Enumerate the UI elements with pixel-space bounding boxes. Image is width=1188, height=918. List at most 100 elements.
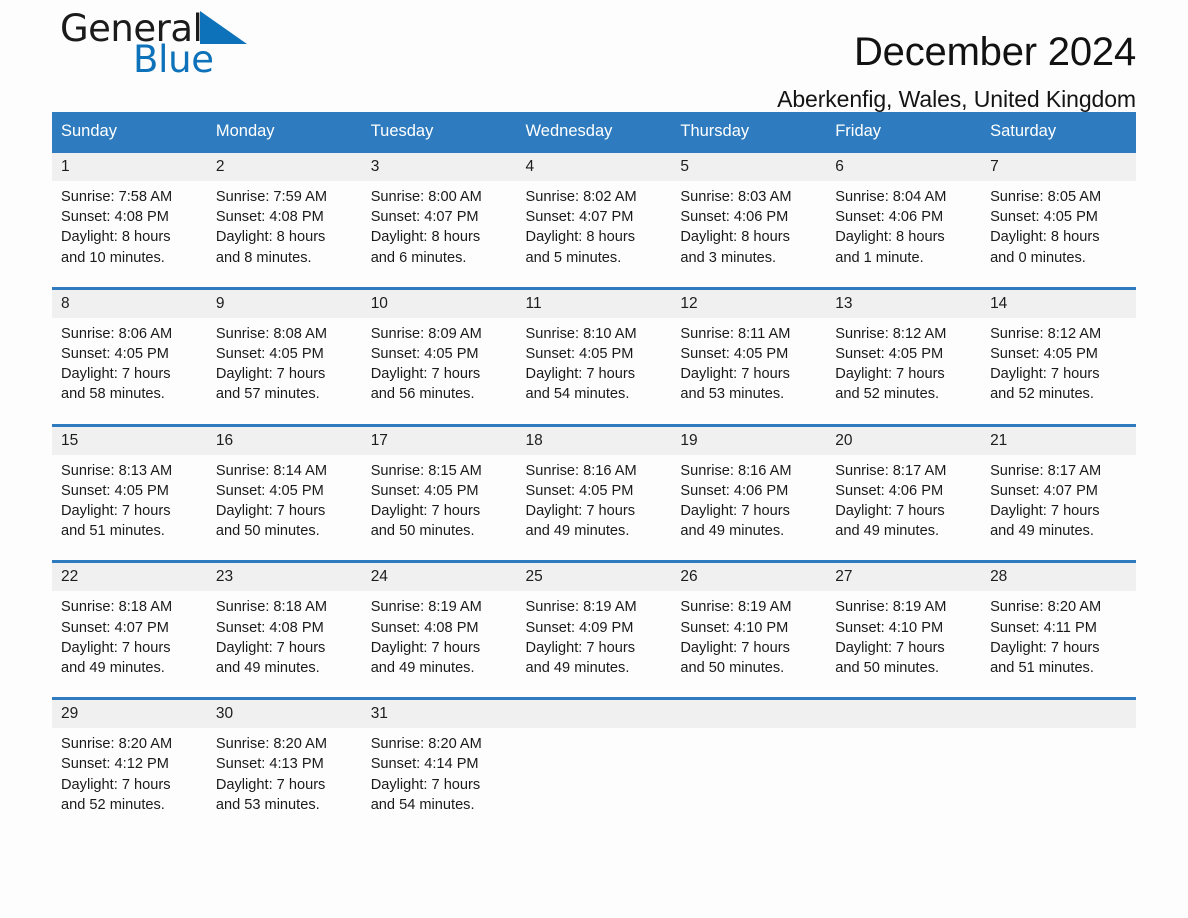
daylight-text: and 52 minutes. [61, 796, 165, 813]
daylight-text: and 49 minutes. [525, 660, 630, 677]
day-details: Sunrise: 8:06 AM Sunset: 4:05 PM Daylight:… [52, 318, 207, 415]
day-number: 1 [52, 153, 207, 181]
title-block: December 2024 Aberkenfig, Wales, United … [777, 0, 1136, 113]
day-number: 13 [826, 289, 982, 318]
day-details: Sunrise: 8:03 AM Sunset: 4:06 PM Daylight:… [671, 181, 826, 278]
day-details: Sunrise: 8:08 AM Sunset: 4:05 PM Daylight:… [207, 318, 362, 415]
sunrise-text: Sunrise: 8:11 AM [680, 325, 791, 342]
day-number: 4 [516, 153, 672, 181]
sunrise-text: Sunrise: 8:08 AM [215, 325, 327, 342]
sunset-text: Sunset: 4:06 PM [680, 209, 789, 226]
generalblue-logo[interactable]: General Blue [60, 10, 248, 81]
day-cell[interactable]: 2 Sunrise: 7:59 AM Sunset: 4:08 PM Daylight… [206, 149, 362, 278]
day-cell[interactable]: 16 Sunrise: 8:14 AM Sunset: 4:05 PM Dayligh… [206, 423, 362, 552]
daylight-text: and 1 minute. [835, 249, 924, 266]
sunrise-text: Sunrise: 8:20 AM [990, 599, 1102, 616]
day-cell[interactable]: 30 Sunrise: 8:20 AM Sunset: 4:13 PM Dayligh… [206, 697, 362, 826]
sunrise-text: Sunrise: 8:09 AM [370, 325, 482, 342]
day-number: 17 [361, 426, 517, 455]
day-cell[interactable]: 28 Sunrise: 8:20 AM Sunset: 4:11 PM Dayligh… [981, 560, 1136, 689]
day-cell[interactable]: 19 Sunrise: 8:16 AM Sunset: 4:06 PM Dayligh… [671, 423, 827, 552]
daylight-text: and 51 minutes. [990, 660, 1094, 677]
week-row: 1 Sunrise: 7:58 AM Sunset: 4:08 PM Daylight… [52, 149, 1136, 278]
sunrise-text: Sunrise: 8:17 AM [990, 462, 1102, 479]
day-number: 22 [52, 563, 207, 592]
sunrise-text: Sunrise: 8:02 AM [525, 189, 637, 205]
daylight-text: Daylight: 7 hours [370, 366, 481, 383]
day-cell[interactable]: 7 Sunrise: 8:05 AM Sunset: 4:05 PM Daylight… [981, 149, 1136, 278]
daylight-text: and 49 minutes. [990, 523, 1094, 540]
day-cell[interactable]: 18 Sunrise: 8:16 AM Sunset: 4:05 PM Dayligh… [516, 423, 672, 552]
day-number [826, 700, 982, 729]
day-cell[interactable]: 15 Sunrise: 8:13 AM Sunset: 4:05 PM Dayligh… [52, 423, 207, 552]
sunset-text: Sunset: 4:05 PM [215, 346, 324, 363]
day-cell[interactable]: 9 Sunrise: 8:08 AM Sunset: 4:05 PM Daylight… [206, 286, 362, 415]
day-cell[interactable]: 12 Sunrise: 8:11 AM Sunset: 4:05 PM Dayligh… [671, 286, 827, 415]
day-number: 7 [981, 153, 1136, 181]
week-gap-cell [52, 551, 1136, 562]
sunrise-text: Sunrise: 8:20 AM [370, 736, 482, 753]
sunset-text: Sunset: 4:05 PM [990, 209, 1098, 226]
day-details: Sunrise: 8:14 AM Sunset: 4:05 PM Daylight:… [207, 455, 362, 552]
sunrise-text: Sunrise: 7:59 AM [215, 189, 327, 205]
sunset-text: Sunset: 4:07 PM [61, 619, 169, 636]
daylight-text: Daylight: 8 hours [215, 229, 326, 246]
day-cell[interactable]: 11 Sunrise: 8:10 AM Sunset: 4:05 PM Dayligh… [516, 286, 672, 415]
week-gap [52, 277, 1136, 289]
day-number: 21 [981, 426, 1136, 455]
daylight-text: Daylight: 7 hours [990, 639, 1100, 656]
daylight-text: and 49 minutes. [215, 660, 320, 677]
day-number: 18 [516, 426, 672, 455]
sunrise-text: Sunrise: 8:13 AM [61, 462, 173, 479]
daylight-text: and 5 minutes. [525, 249, 622, 266]
daylight-text: Daylight: 8 hours [680, 229, 790, 246]
sunrise-text: Sunrise: 8:19 AM [835, 599, 947, 616]
sunrise-text: Sunrise: 8:16 AM [525, 462, 637, 479]
day-details: Sunrise: 8:20 AM Sunset: 4:12 PM Daylight:… [52, 728, 207, 825]
day-details [826, 728, 981, 764]
day-cell[interactable]: 8 Sunrise: 8:06 AM Sunset: 4:05 PM Daylight… [52, 286, 207, 415]
day-cell[interactable]: 29 Sunrise: 8:20 AM Sunset: 4:12 PM Dayligh… [52, 697, 207, 826]
day-cell[interactable]: 27 Sunrise: 8:19 AM Sunset: 4:10 PM Dayligh… [826, 560, 982, 689]
daylight-text: and 53 minutes. [215, 796, 320, 813]
sunset-text: Sunset: 4:05 PM [61, 482, 169, 499]
day-cell[interactable]: 21 Sunrise: 8:17 AM Sunset: 4:07 PM Dayligh… [981, 423, 1136, 552]
day-cell[interactable]: 14 Sunrise: 8:12 AM Sunset: 4:05 PM Dayligh… [981, 286, 1136, 415]
day-cell[interactable]: 25 Sunrise: 8:19 AM Sunset: 4:09 PM Dayligh… [516, 560, 672, 689]
day-cell[interactable]: 24 Sunrise: 8:19 AM Sunset: 4:08 PM Dayligh… [361, 560, 517, 689]
day-cell[interactable]: 5 Sunrise: 8:03 AM Sunset: 4:06 PM Daylight… [671, 149, 827, 278]
day-details: Sunrise: 8:04 AM Sunset: 4:06 PM Daylight:… [826, 181, 981, 278]
day-number: 30 [206, 700, 362, 729]
sunrise-text: Sunrise: 8:16 AM [680, 462, 792, 479]
day-cell[interactable]: 23 Sunrise: 8:18 AM Sunset: 4:08 PM Dayligh… [206, 560, 362, 689]
day-cell[interactable]: 26 Sunrise: 8:19 AM Sunset: 4:10 PM Dayligh… [671, 560, 827, 689]
logo-text-blue: Blue [133, 38, 214, 81]
calendar-body: 1 Sunrise: 7:58 AM Sunset: 4:08 PM Daylight… [52, 149, 1136, 826]
day-cell[interactable]: 6 Sunrise: 8:04 AM Sunset: 4:06 PM Daylight… [826, 149, 982, 278]
day-cell[interactable]: 1 Sunrise: 7:58 AM Sunset: 4:08 PM Daylight… [52, 149, 207, 278]
day-cell[interactable]: 4 Sunrise: 8:02 AM Sunset: 4:07 PM Daylight… [516, 149, 672, 278]
daylight-text: and 3 minutes. [680, 249, 777, 266]
sunrise-text: Sunrise: 8:14 AM [215, 462, 327, 479]
daylight-text: Daylight: 7 hours [525, 639, 636, 656]
daylight-text: Daylight: 7 hours [680, 503, 790, 520]
day-details: Sunrise: 8:16 AM Sunset: 4:05 PM Daylight:… [517, 455, 672, 552]
week-gap-cell [52, 414, 1136, 426]
sunrise-text: Sunrise: 8:17 AM [835, 462, 947, 479]
day-cell[interactable]: 22 Sunrise: 8:18 AM Sunset: 4:07 PM Dayligh… [52, 560, 207, 689]
day-cell[interactable]: 10 Sunrise: 8:09 AM Sunset: 4:05 PM Dayligh… [361, 286, 517, 415]
daylight-text: Daylight: 8 hours [61, 229, 171, 246]
day-cell[interactable]: 13 Sunrise: 8:12 AM Sunset: 4:05 PM Dayligh… [826, 286, 982, 415]
day-cell[interactable]: 31 Sunrise: 8:20 AM Sunset: 4:14 PM Dayligh… [361, 697, 517, 826]
sunset-text: Sunset: 4:07 PM [990, 482, 1098, 499]
day-cell[interactable]: 17 Sunrise: 8:15 AM Sunset: 4:05 PM Dayligh… [361, 423, 517, 552]
daylight-text: Daylight: 7 hours [835, 366, 945, 383]
day-number: 6 [826, 153, 982, 181]
day-cell[interactable]: 3 Sunrise: 8:00 AM Sunset: 4:07 PM Daylight… [361, 149, 517, 278]
day-number: 24 [361, 563, 517, 592]
day-cell[interactable]: 20 Sunrise: 8:17 AM Sunset: 4:06 PM Dayligh… [826, 423, 982, 552]
daylight-text: and 53 minutes. [680, 386, 785, 403]
day-number: 23 [206, 563, 362, 592]
sunset-text: Sunset: 4:05 PM [215, 482, 324, 499]
day-details: Sunrise: 8:12 AM Sunset: 4:05 PM Daylight:… [826, 318, 981, 415]
